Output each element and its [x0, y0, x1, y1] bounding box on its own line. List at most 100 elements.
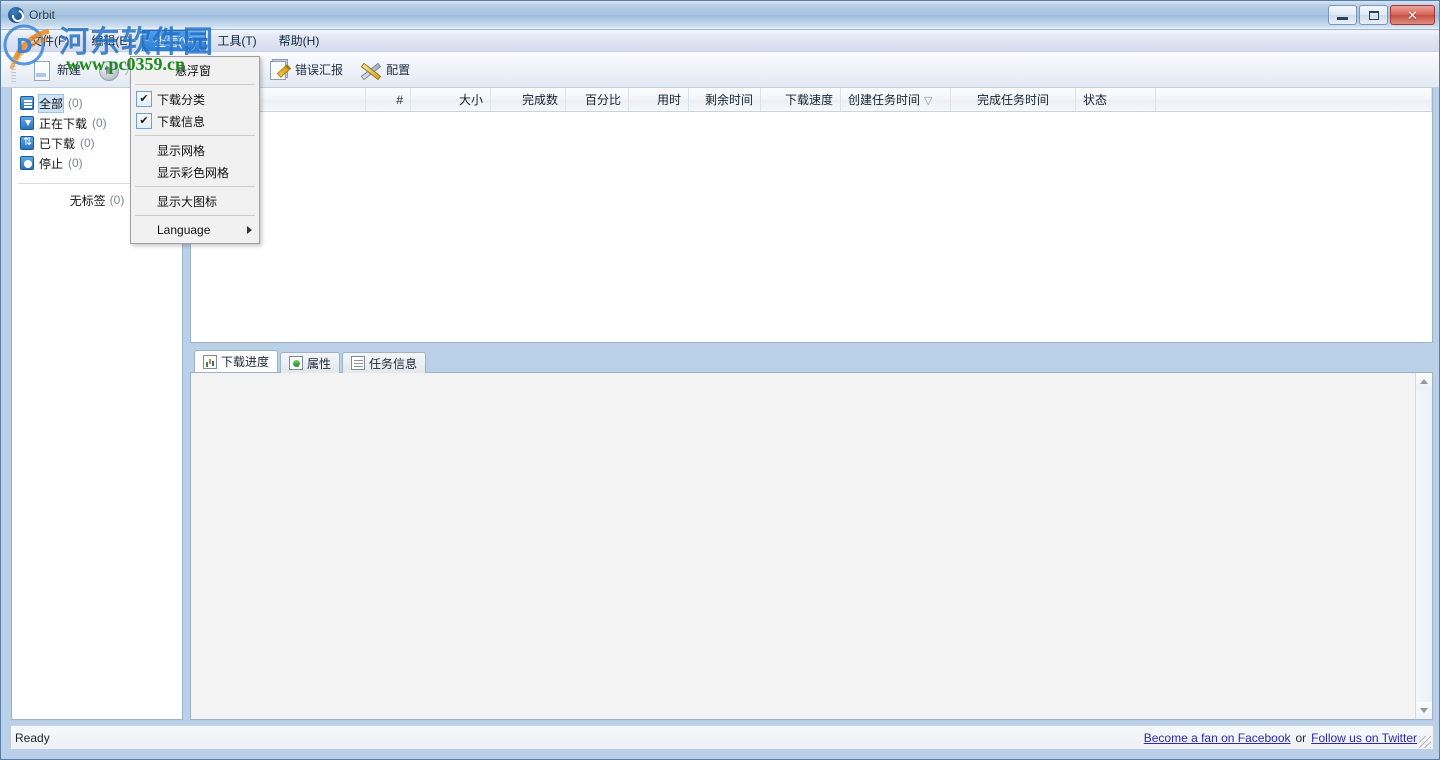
menu-item-download-info[interactable]: 下载信息 — [131, 110, 259, 132]
column-elapsed[interactable]: 用时 — [629, 88, 689, 111]
column-filler[interactable] — [1156, 88, 1432, 111]
resize-grip[interactable] — [1419, 736, 1431, 748]
sidebar-item-stopped-label: 停止 — [39, 155, 63, 172]
new-task-button[interactable]: 新建 — [22, 55, 89, 85]
detail-vertical-scrollbar[interactable] — [1415, 373, 1432, 719]
chevron-down-icon — [1420, 708, 1428, 713]
close-icon: ✕ — [1407, 9, 1418, 22]
column-index[interactable]: # — [366, 88, 411, 111]
column-percent[interactable]: 百分比 — [566, 88, 629, 111]
all-tasks-icon — [20, 96, 34, 110]
column-speed[interactable]: 下载速度 — [761, 88, 841, 111]
menu-bar: 文件(F) 编辑(E) 查看(V) 工具(T) 帮助(H) — [1, 30, 1439, 52]
right-column: # 大小 完成数 百分比 用时 剩余时间 下载速度 创建任务时间 完成任务时间 … — [183, 88, 1433, 720]
detail-tab-strip: 下载进度 属性 任务信息 — [190, 351, 1433, 372]
stopped-icon — [20, 156, 34, 170]
sidebar-item-untagged-label: 无标签 — [70, 192, 106, 209]
downloading-icon — [20, 116, 34, 130]
menu-separator — [135, 135, 255, 136]
tab-download-progress[interactable]: 下载进度 — [194, 350, 278, 372]
menu-item-language-label: Language — [157, 223, 210, 237]
tab-properties-label: 属性 — [307, 355, 331, 372]
chevron-up-icon — [1420, 379, 1428, 384]
window-title: Orbit — [29, 8, 55, 22]
tab-task-info[interactable]: 任务信息 — [342, 352, 426, 373]
link-separator: or — [1296, 731, 1307, 745]
status-bar: Ready Become a fan on Facebook or Follow… — [11, 725, 1433, 749]
error-report-icon — [268, 59, 290, 81]
menu-separator — [135, 84, 255, 85]
chart-icon — [203, 355, 217, 369]
config-label: 配置 — [386, 61, 410, 78]
sidebar-item-downloaded-label: 已下载 — [39, 135, 75, 152]
submenu-arrow-icon — [247, 226, 252, 234]
menu-item-download-category-label: 下载分类 — [157, 91, 205, 108]
column-completed[interactable]: 完成数 — [491, 88, 566, 111]
sidebar-item-all-label: 全部 — [39, 95, 63, 112]
new-document-icon — [30, 59, 52, 81]
view-dropdown-menu: 悬浮窗 下载分类 下载信息 显示网格 显示彩色网格 显示大图标 Language — [130, 56, 260, 244]
maximize-button[interactable] — [1359, 5, 1388, 25]
play-icon — [97, 59, 119, 81]
task-info-icon — [351, 356, 365, 370]
scroll-down-button[interactable] — [1416, 702, 1432, 719]
column-remaining[interactable]: 剩余时间 — [689, 88, 761, 111]
error-report-label: 错误汇报 — [295, 61, 343, 78]
title-bar: Orbit ✕ — [1, 1, 1439, 30]
sidebar-item-downloading-count: (0) — [92, 116, 107, 130]
scroll-up-button[interactable] — [1416, 373, 1432, 390]
window-controls: ✕ — [1328, 5, 1435, 25]
detail-tab-content — [190, 372, 1433, 720]
sidebar-item-downloaded-count: (0) — [80, 136, 95, 150]
menu-separator — [135, 186, 255, 187]
maximize-icon — [1369, 11, 1379, 20]
twitter-link[interactable]: Follow us on Twitter — [1311, 731, 1417, 745]
column-created[interactable]: 创建任务时间 — [841, 88, 951, 111]
menu-view[interactable]: 查看(V) — [142, 30, 206, 51]
download-progress-canvas[interactable] — [191, 373, 1415, 719]
error-report-button[interactable]: 错误汇报 — [260, 55, 351, 85]
menu-edit[interactable]: 编辑(E) — [80, 30, 142, 51]
toolbar-drag-grip[interactable] — [11, 57, 16, 83]
properties-icon — [289, 356, 303, 370]
task-list-header: # 大小 完成数 百分比 用时 剩余时间 下载速度 创建任务时间 完成任务时间 … — [191, 88, 1432, 112]
task-list: # 大小 完成数 百分比 用时 剩余时间 下载速度 创建任务时间 完成任务时间 … — [190, 88, 1433, 343]
tab-download-progress-label: 下载进度 — [221, 353, 269, 370]
column-created-label: 创建任务时间 — [848, 91, 920, 108]
sidebar-item-untagged-count: (0) — [110, 193, 125, 207]
new-task-label: 新建 — [57, 61, 81, 78]
tab-task-info-label: 任务信息 — [369, 355, 417, 372]
column-status[interactable]: 状态 — [1076, 88, 1156, 111]
column-size[interactable]: 大小 — [411, 88, 491, 111]
sidebar-item-all-count: (0) — [68, 96, 83, 110]
social-links: Become a fan on Facebook or Follow us on… — [1144, 731, 1417, 745]
sidebar-item-downloading-label: 正在下载 — [39, 115, 87, 132]
settings-tools-icon — [359, 59, 381, 81]
menu-item-show-large-icons[interactable]: 显示大图标 — [131, 190, 259, 212]
downloaded-icon — [20, 136, 34, 150]
sidebar-item-stopped-count: (0) — [68, 156, 83, 170]
menu-item-language[interactable]: Language — [131, 219, 259, 241]
column-finished[interactable]: 完成任务时间 — [951, 88, 1076, 111]
close-button[interactable]: ✕ — [1390, 5, 1435, 25]
window-bottom-edge — [1, 749, 1439, 759]
horizontal-splitter[interactable] — [190, 343, 1433, 351]
config-button[interactable]: 配置 — [351, 55, 418, 85]
sort-descending-icon — [925, 96, 935, 103]
menu-help[interactable]: 帮助(H) — [268, 30, 331, 51]
menu-item-show-color-grid[interactable]: 显示彩色网格 — [131, 161, 259, 183]
minimize-button[interactable] — [1328, 5, 1357, 25]
orbit-logo-icon — [8, 7, 24, 23]
tab-properties[interactable]: 属性 — [280, 352, 340, 373]
menu-item-floating-window[interactable]: 悬浮窗 — [131, 59, 259, 81]
status-text: Ready — [11, 731, 50, 745]
menu-file[interactable]: 文件(F) — [19, 30, 80, 51]
task-list-body[interactable] — [191, 112, 1432, 342]
minimize-icon — [1337, 17, 1348, 20]
menu-item-download-category[interactable]: 下载分类 — [131, 88, 259, 110]
menu-item-show-grid[interactable]: 显示网格 — [131, 139, 259, 161]
menu-tools[interactable]: 工具(T) — [206, 30, 267, 51]
checkmark-icon — [136, 91, 152, 107]
facebook-link[interactable]: Become a fan on Facebook — [1144, 731, 1291, 745]
menu-item-download-info-label: 下载信息 — [157, 113, 205, 130]
